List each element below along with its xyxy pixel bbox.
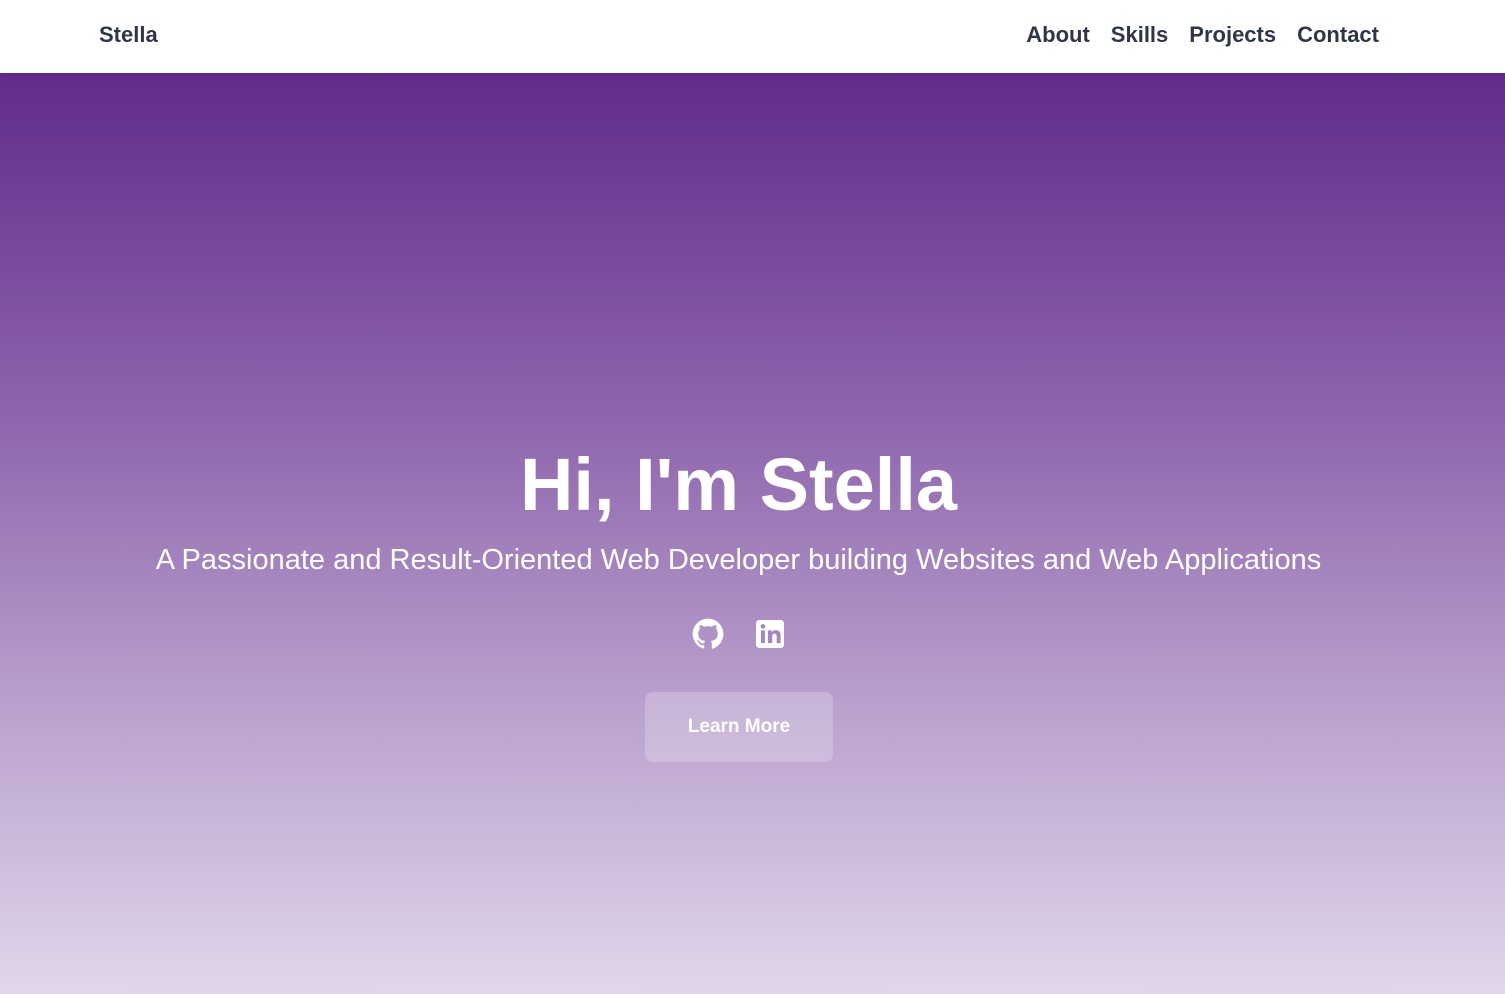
github-icon — [692, 618, 724, 650]
learn-more-button[interactable]: Learn More — [645, 692, 833, 762]
page: Stella About Skills Projects Contact Hi,… — [0, 0, 1505, 994]
linkedin-link[interactable] — [754, 618, 786, 650]
hero-section: Hi, I'm Stella A Passionate and Result-O… — [0, 73, 1505, 994]
navbar: Stella About Skills Projects Contact — [0, 0, 1505, 73]
hero-subtitle: A Passionate and Result-Oriented Web Dev… — [155, 544, 1322, 576]
social-links — [0, 618, 1477, 650]
nav-link-projects[interactable]: Projects — [1189, 22, 1276, 48]
github-link[interactable] — [692, 618, 724, 650]
nav-links: About Skills Projects Contact — [1026, 22, 1379, 48]
hero-title: Hi, I'm Stella — [519, 443, 958, 526]
nav-link-contact[interactable]: Contact — [1297, 22, 1379, 48]
linkedin-icon — [754, 618, 786, 650]
nav-link-skills[interactable]: Skills — [1111, 22, 1168, 48]
brand-logo[interactable]: Stella — [99, 22, 158, 48]
nav-link-about[interactable]: About — [1026, 22, 1090, 48]
